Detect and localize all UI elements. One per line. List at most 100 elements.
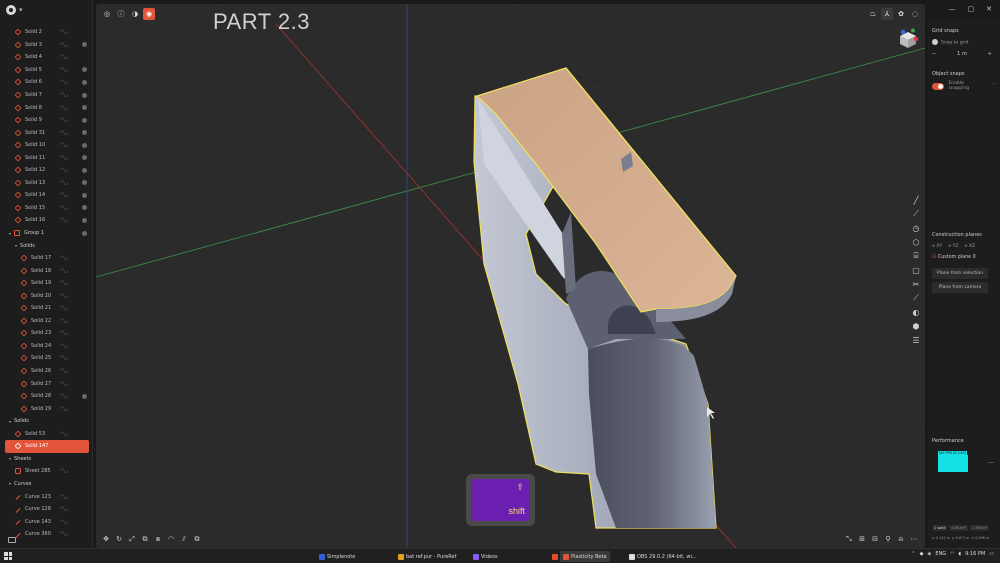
tree-item[interactable]: Curve 143 ◠◡ (0, 515, 92, 528)
render-mode-icon[interactable]: ◉ (143, 8, 155, 20)
scissors-icon[interactable]: ✂ (911, 278, 921, 290)
chevron-down-icon[interactable]: ▾ (19, 6, 23, 14)
grid-size-value[interactable]: 1 m (957, 51, 967, 57)
tree-section-header[interactable]: ▾ Group 1 (0, 227, 92, 240)
model-solid[interactable] (473, 67, 737, 529)
move-icon[interactable]: ✥ (101, 534, 111, 544)
visibility-eye-icon[interactable]: ◠◡ (60, 268, 68, 274)
view-cube-icon[interactable] (897, 28, 919, 50)
select-dot-icon[interactable] (82, 192, 87, 198)
chevron-down-icon[interactable]: ▾ (9, 231, 11, 236)
select-dot-icon[interactable] (82, 142, 87, 148)
tree-section-header[interactable]: ▾ Solids (0, 415, 92, 428)
visibility-eye-icon[interactable]: ◠◡ (60, 67, 68, 73)
visibility-eye-icon[interactable]: ◠◡ (60, 468, 68, 474)
select-dot-icon[interactable] (82, 42, 87, 48)
visibility-eye-icon[interactable]: ◠◡ (60, 79, 68, 85)
tree-item[interactable]: Curve 123 ◠◡ (0, 490, 92, 503)
visibility-eye-icon[interactable]: ◠◡ (60, 293, 68, 299)
visibility-eye-icon[interactable]: ◠◡ (60, 255, 68, 261)
visibility-eye-icon[interactable]: ◠◡ (60, 92, 68, 98)
layers-tool-icon[interactable]: ☰ (911, 334, 921, 346)
taskbar-app[interactable]: Simplenote (316, 551, 358, 562)
custom-plane-row[interactable]: ☑ Custom plane 0 (932, 255, 976, 260)
clock[interactable]: 9:16 PM (965, 551, 985, 557)
tree-section-header[interactable]: ▾ Solids (0, 239, 92, 252)
minimize-icon[interactable]: — (949, 5, 956, 13)
visibility-eye-icon[interactable]: ◠◡ (60, 318, 68, 324)
visibility-eye-icon[interactable]: ◠◡ (60, 494, 68, 500)
tree-item[interactable]: Solid 24 ◠◡ (0, 340, 92, 353)
folder-icon[interactable] (8, 537, 16, 543)
visibility-eye-icon[interactable]: ◠◡ (60, 343, 68, 349)
settings-gear-icon[interactable]: ✿ (895, 8, 907, 20)
boolean-tool-icon[interactable]: ◐ (911, 306, 921, 318)
tree-item[interactable]: Solid 18 ◠◡ (0, 264, 92, 277)
tree-item[interactable]: Solid 12 ◠◡ (0, 164, 92, 177)
tree-section-header[interactable]: ▾ Sheets (0, 453, 92, 466)
grid-plus-button[interactable]: + (988, 51, 992, 57)
enable-snapping-row[interactable]: Enable snapping … (932, 81, 998, 91)
enable-snapping-toggle[interactable] (932, 82, 944, 90)
select-dot-icon[interactable] (82, 180, 87, 186)
language-indicator[interactable]: ENG (935, 551, 946, 557)
offset-icon[interactable]: ⧈ (153, 534, 163, 544)
tree-item[interactable]: Solid 28 ◠◡ (0, 390, 92, 403)
volume-icon[interactable]: ◖ (958, 551, 961, 557)
visibility-eye-icon[interactable]: ◠◡ (60, 368, 68, 374)
tray-shield-icon[interactable]: ◈ (927, 551, 931, 557)
visibility-eye-icon[interactable]: ◠◡ (60, 506, 68, 512)
tray-chevron-icon[interactable]: ⌃ (911, 551, 915, 557)
tree-section-header[interactable]: ▾ Curves (0, 478, 92, 491)
visibility-eye-icon[interactable]: ◠◡ (60, 217, 68, 223)
rotate-icon[interactable]: ↻ (114, 534, 124, 544)
visibility-eye-icon[interactable]: ◠◡ (60, 130, 68, 136)
3d-viewport[interactable]: ◎ ⓘ ◑ ◉ PART 2.3 ⏢ ⅄ ✿ ◌ ╱ ⟋ ◷ ⬡ ⌸ ▢ ✂ ⟋… (96, 4, 925, 548)
tree-item[interactable]: Solid 23 ◠◡ (0, 327, 92, 340)
measure-icon[interactable]: ⤡ (844, 534, 854, 544)
chevron-down-icon[interactable]: ▾ (9, 481, 11, 486)
duplicate-icon[interactable]: ⧉ (192, 534, 202, 544)
mirror-icon[interactable]: ⫽ (179, 534, 189, 544)
visibility-eye-icon[interactable]: ◠◡ (60, 29, 68, 35)
tree-item[interactable]: Solid 25 ◠◡ (0, 352, 92, 365)
grid-icon[interactable]: ⊞ (857, 534, 867, 544)
tree-item[interactable]: Solid 20 ◠◡ (0, 289, 92, 302)
perspective-icon[interactable]: ⏢ (867, 8, 879, 20)
plane-from-camera-button[interactable]: Plane from camera (932, 282, 988, 293)
tree-item[interactable]: Solid 16 ◠◡ (0, 214, 92, 227)
chevron-down-icon[interactable]: ▾ (9, 456, 11, 461)
select-dot-icon[interactable] (82, 393, 87, 399)
tree-item[interactable]: Solid 5 ◠◡ (0, 64, 92, 77)
select-dot-icon[interactable] (82, 117, 87, 123)
chevron-down-icon[interactable]: ▾ (9, 419, 11, 424)
box-tool-icon[interactable]: ⬢ (911, 320, 921, 332)
tree-item[interactable]: Solid 11 ◠◡ (0, 151, 92, 164)
snap-to-grid-radio[interactable] (932, 39, 938, 45)
select-dot-icon[interactable] (82, 217, 87, 223)
tree-item[interactable]: Sheet 285 ◠◡ (0, 465, 92, 478)
app-logo-icon[interactable] (6, 5, 16, 15)
pin-icon[interactable]: ⚲ (883, 534, 893, 544)
performance-more-button[interactable]: … (988, 458, 994, 465)
notification-icon[interactable]: ▭ (989, 551, 994, 557)
select-dot-icon[interactable] (82, 230, 87, 236)
visibility-eye-icon[interactable]: ◠◡ (60, 305, 68, 311)
tree-item[interactable]: Solid 21 ◠◡ (0, 302, 92, 315)
visibility-eye-icon[interactable]: ◠◡ (60, 519, 68, 525)
maximize-icon[interactable]: ▢ (968, 5, 975, 13)
more-icon[interactable]: ⋯ (909, 534, 919, 544)
taskbar-app[interactable]: bat ref.pur - PureRef (395, 551, 459, 562)
curve-tool-icon[interactable]: ⟋ (911, 208, 921, 220)
chevron-down-icon[interactable]: ▾ (15, 243, 17, 248)
scale-icon[interactable]: ⤢ (127, 534, 137, 544)
tree-item[interactable]: Curve 128 ◠◡ (0, 503, 92, 516)
fillet-icon[interactable]: ◠ (166, 534, 176, 544)
tree-item[interactable]: Solid 15 ◠◡ (0, 202, 92, 215)
visibility-eye-icon[interactable]: ◠◡ (60, 142, 68, 148)
tree-item[interactable]: Solid 13 ◠◡ (0, 177, 92, 190)
tree-item[interactable]: Solid 14 ◠◡ (0, 189, 92, 202)
select-dot-icon[interactable] (82, 205, 87, 211)
info-icon[interactable]: ⓘ (115, 8, 127, 20)
tree-item[interactable]: Solid 31 ◠◡ (0, 126, 92, 139)
